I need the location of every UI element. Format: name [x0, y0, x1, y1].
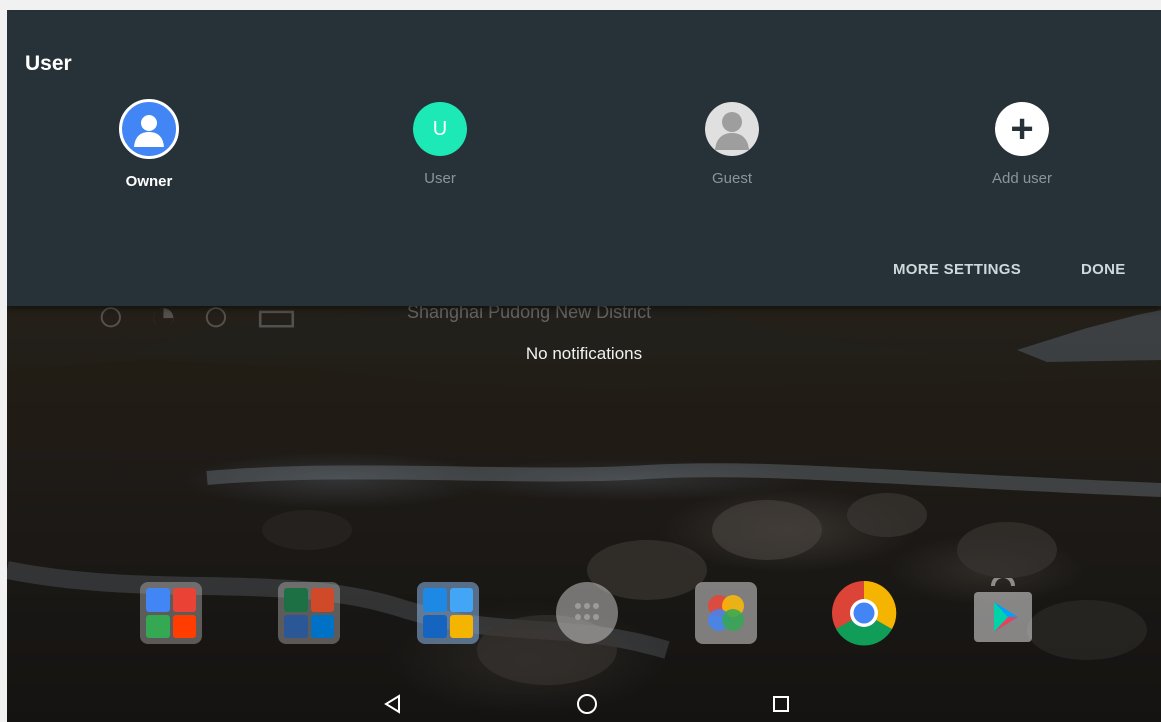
user-avatar-icon: U — [413, 102, 467, 156]
back-icon[interactable] — [378, 690, 408, 718]
home-icon[interactable] — [572, 690, 602, 718]
user-switcher-panel: User Owner U User Guest + Add user MORE … — [7, 10, 1161, 306]
plus-symbol: + — [1010, 107, 1034, 151]
user-item-label: User — [424, 170, 456, 187]
play-store-icon[interactable] — [968, 574, 1038, 648]
add-user-button[interactable]: + Add user — [962, 102, 1082, 187]
user-initial: U — [432, 117, 448, 140]
app-drawer-icon[interactable] — [552, 578, 622, 648]
user-item-label: Owner — [125, 173, 173, 190]
navigation-bar — [7, 684, 1161, 722]
user-item-owner[interactable]: Owner — [89, 99, 209, 190]
google-folder-icon[interactable] — [136, 578, 206, 648]
tablet-screen: ○ ◔ ○ ▭ Shanghai Pudong New District No … — [7, 10, 1161, 722]
recents-icon[interactable] — [766, 690, 796, 718]
more-settings-button[interactable]: MORE SETTINGS — [893, 261, 1021, 278]
user-item-user[interactable]: U User — [380, 102, 500, 187]
office-folder-icon[interactable] — [274, 578, 344, 648]
user-item-guest[interactable]: Guest — [672, 102, 792, 187]
chrome-app-icon[interactable] — [829, 578, 899, 648]
add-user-icon: + — [995, 102, 1049, 156]
no-notifications-text: No notifications — [525, 344, 643, 363]
owner-avatar-icon — [119, 99, 179, 159]
user-item-label: Guest — [711, 170, 753, 187]
user-item-label: Add user — [991, 170, 1053, 187]
panel-title: User — [25, 52, 72, 75]
lenovo-folder-icon[interactable] — [413, 578, 483, 648]
done-button[interactable]: DONE — [1081, 261, 1126, 278]
guest-avatar-icon — [705, 102, 759, 156]
photos-app-icon[interactable] — [691, 578, 761, 648]
